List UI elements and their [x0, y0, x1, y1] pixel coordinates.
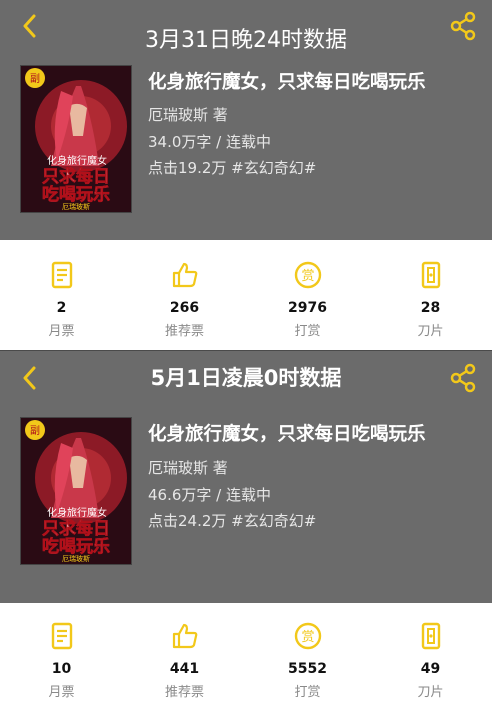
svg-text:化身旅行魔女: 化身旅行魔女: [47, 506, 107, 519]
svg-text:赏: 赏: [301, 630, 314, 645]
stat-recommend-ticket[interactable]: 266 推荐票: [123, 240, 246, 350]
thumbs-up-icon: [172, 623, 197, 649]
svg-text:化身旅行魔女: 化身旅行魔女: [47, 154, 107, 167]
stats-bar: 2 月票 266 推荐票 赏 2976 打赏 28 刀片: [0, 240, 492, 350]
svg-text:副: 副: [30, 73, 40, 85]
share-button[interactable]: [448, 363, 478, 393]
stat-label: 打赏: [294, 324, 321, 339]
reward-coin-icon: 赏: [294, 261, 321, 289]
share-button[interactable]: [448, 11, 478, 41]
book-clicks-tags: 点击24.2万 #玄幻奇幻#: [148, 512, 317, 530]
share-icon: [450, 363, 476, 393]
stat-label: 月票: [48, 685, 75, 700]
stat-recommend-ticket[interactable]: 441 推荐票: [123, 603, 246, 707]
stat-label: 推荐票: [164, 685, 204, 700]
stat-monthly-ticket[interactable]: 2 月票: [0, 240, 123, 350]
stat-label: 刀片: [417, 685, 444, 700]
svg-text:只求每日: 只求每日: [42, 518, 110, 539]
stat-value: 49: [420, 661, 441, 677]
stat-monthly-ticket[interactable]: 10 月票: [0, 603, 123, 707]
stat-reward[interactable]: 赏 2976 打赏: [246, 240, 369, 350]
book-word-count: 34.0万字 / 连载中: [148, 133, 271, 151]
blade-icon: [421, 622, 440, 650]
svg-text:副: 副: [30, 425, 40, 437]
share-icon: [450, 11, 476, 41]
page-title: 3月31日晚24时数据: [145, 28, 347, 53]
thumbs-up-icon: [172, 262, 197, 288]
stat-blade[interactable]: 28 刀片: [369, 240, 492, 350]
book-title[interactable]: 化身旅行魔女，只求每日吃喝玩乐: [148, 420, 426, 446]
blade-icon: [421, 261, 440, 289]
panel-header: 3月31日晚24时数据 副 化身旅行魔女 只求每日 吃喝玩乐 厄瑞玻斯 化身旅行…: [0, 0, 492, 240]
ticket-icon: [51, 261, 72, 289]
stat-label: 刀片: [417, 324, 444, 339]
stat-value: 441: [169, 661, 200, 677]
cover-art: 副 化身旅行魔女 只求每日 吃喝玩乐 厄瑞玻斯: [21, 418, 131, 564]
stat-value: 2: [56, 300, 67, 316]
stat-reward[interactable]: 赏 5552 打赏: [246, 603, 369, 707]
book-word-count: 46.6万字 / 连载中: [148, 486, 271, 504]
book-author: 厄瑞玻斯 著: [148, 459, 228, 477]
stat-label: 月票: [48, 324, 75, 339]
stat-label: 打赏: [294, 685, 321, 700]
svg-text:吃喝玩乐: 吃喝玩乐: [42, 184, 110, 205]
svg-text:吃喝玩乐: 吃喝玩乐: [42, 536, 110, 557]
book-title[interactable]: 化身旅行魔女，只求每日吃喝玩乐: [148, 68, 426, 94]
stat-value: 5552: [288, 661, 327, 677]
panel-header: 5月1日凌晨0时数据 副 化身旅行魔女 只求每日 吃喝玩乐 厄瑞玻斯 化身旅行魔…: [0, 351, 492, 603]
book-cover[interactable]: 副 化身旅行魔女 只求每日 吃喝玩乐 厄瑞玻斯: [20, 65, 132, 213]
svg-text:赏: 赏: [301, 269, 314, 284]
stat-blade[interactable]: 49 刀片: [369, 603, 492, 707]
reward-coin-icon: 赏: [294, 622, 321, 650]
ticket-icon: [51, 622, 72, 650]
book-clicks-tags: 点击19.2万 #玄幻奇幻#: [148, 159, 317, 177]
svg-text:厄瑞玻斯: 厄瑞玻斯: [62, 202, 90, 211]
stat-label: 推荐票: [164, 324, 204, 339]
data-panel-1: 3月31日晚24时数据 副 化身旅行魔女 只求每日 吃喝玩乐 厄瑞玻斯 化身旅行…: [0, 0, 492, 350]
stats-bar: 10 月票 441 推荐票 赏 5552 打赏 49 刀片: [0, 603, 492, 707]
svg-text:只求每日: 只求每日: [42, 166, 110, 187]
data-panel-2: 5月1日凌晨0时数据 副 化身旅行魔女 只求每日 吃喝玩乐 厄瑞玻斯 化身旅行魔…: [0, 351, 492, 707]
book-cover[interactable]: 副 化身旅行魔女 只求每日 吃喝玩乐 厄瑞玻斯: [20, 417, 132, 565]
stat-value: 10: [51, 661, 72, 677]
cover-art: 副 化身旅行魔女 只求每日 吃喝玩乐 厄瑞玻斯: [21, 66, 131, 212]
svg-text:厄瑞玻斯: 厄瑞玻斯: [62, 554, 90, 563]
book-author: 厄瑞玻斯 著: [148, 106, 228, 124]
stat-value: 2976: [288, 300, 327, 316]
stat-value: 266: [169, 300, 200, 316]
stat-value: 28: [420, 300, 441, 316]
page-title: 5月1日凌晨0时数据: [150, 366, 342, 390]
